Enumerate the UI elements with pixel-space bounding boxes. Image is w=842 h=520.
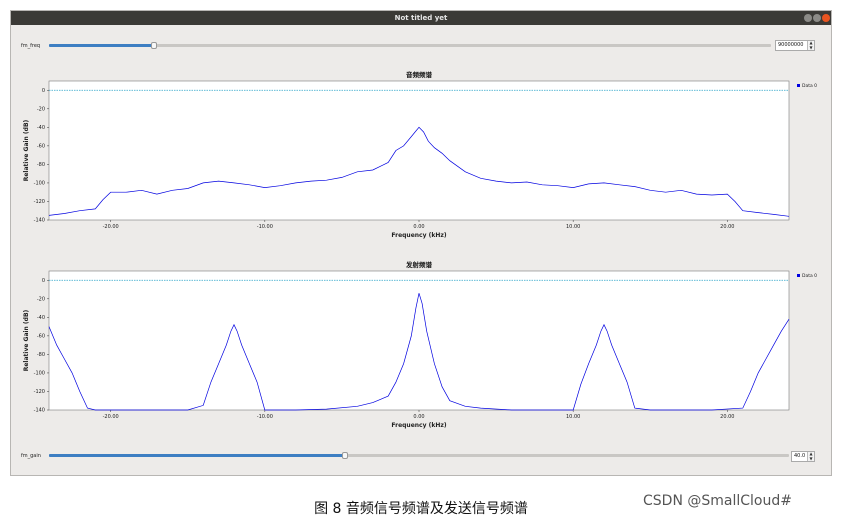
x-tick-label: -10.00 xyxy=(257,414,273,420)
y-tick-label: -140 xyxy=(34,408,45,414)
y-tick-label: -40 xyxy=(37,315,45,321)
y-tick-label: -60 xyxy=(37,334,45,340)
legend-marker xyxy=(797,274,800,277)
y-tick-label: 0 xyxy=(42,278,45,284)
fm-gain-label: fm_gain xyxy=(21,453,41,459)
plot-canvas xyxy=(48,270,790,411)
x-tick-label: 20.00 xyxy=(720,414,734,420)
application-window: Not titled yet fm_freq 90000000 ▲ ▼ 音频频谱 … xyxy=(10,10,832,476)
watermark: CSDN @SmallCloud# xyxy=(643,493,792,509)
tx-spectrum-plot: 0 -20 -40 -60 -80 -100 -120 -140 -20.00 -10.00 0.0… xyxy=(23,270,817,429)
fm-gain-slider-fill xyxy=(49,454,345,457)
fm-gain-spinbox[interactable]: 40.0 ▲ ▼ xyxy=(791,451,815,462)
x-tick-label: -20.00 xyxy=(103,414,119,420)
x-tick-label: 10.00 xyxy=(566,414,580,420)
y-tick-label: -100 xyxy=(34,371,45,377)
fm-gain-value: 40.0 xyxy=(794,453,806,459)
fm-gain-stepper[interactable]: ▲ ▼ xyxy=(807,451,814,461)
y-tick-label: -120 xyxy=(34,389,45,395)
legend-entry: Data 0 xyxy=(802,273,817,279)
x-tick-label: 0.00 xyxy=(413,414,424,420)
y-tick-label: -80 xyxy=(37,352,45,358)
fm-gain-slider-handle[interactable] xyxy=(342,452,348,459)
x-axis-label: Frequency (kHz) xyxy=(391,422,446,429)
y-axis-label: Relative Gain (dB) xyxy=(23,309,30,371)
y-tick-label: -20 xyxy=(37,297,45,303)
fm-gain-slider[interactable] xyxy=(49,452,789,459)
